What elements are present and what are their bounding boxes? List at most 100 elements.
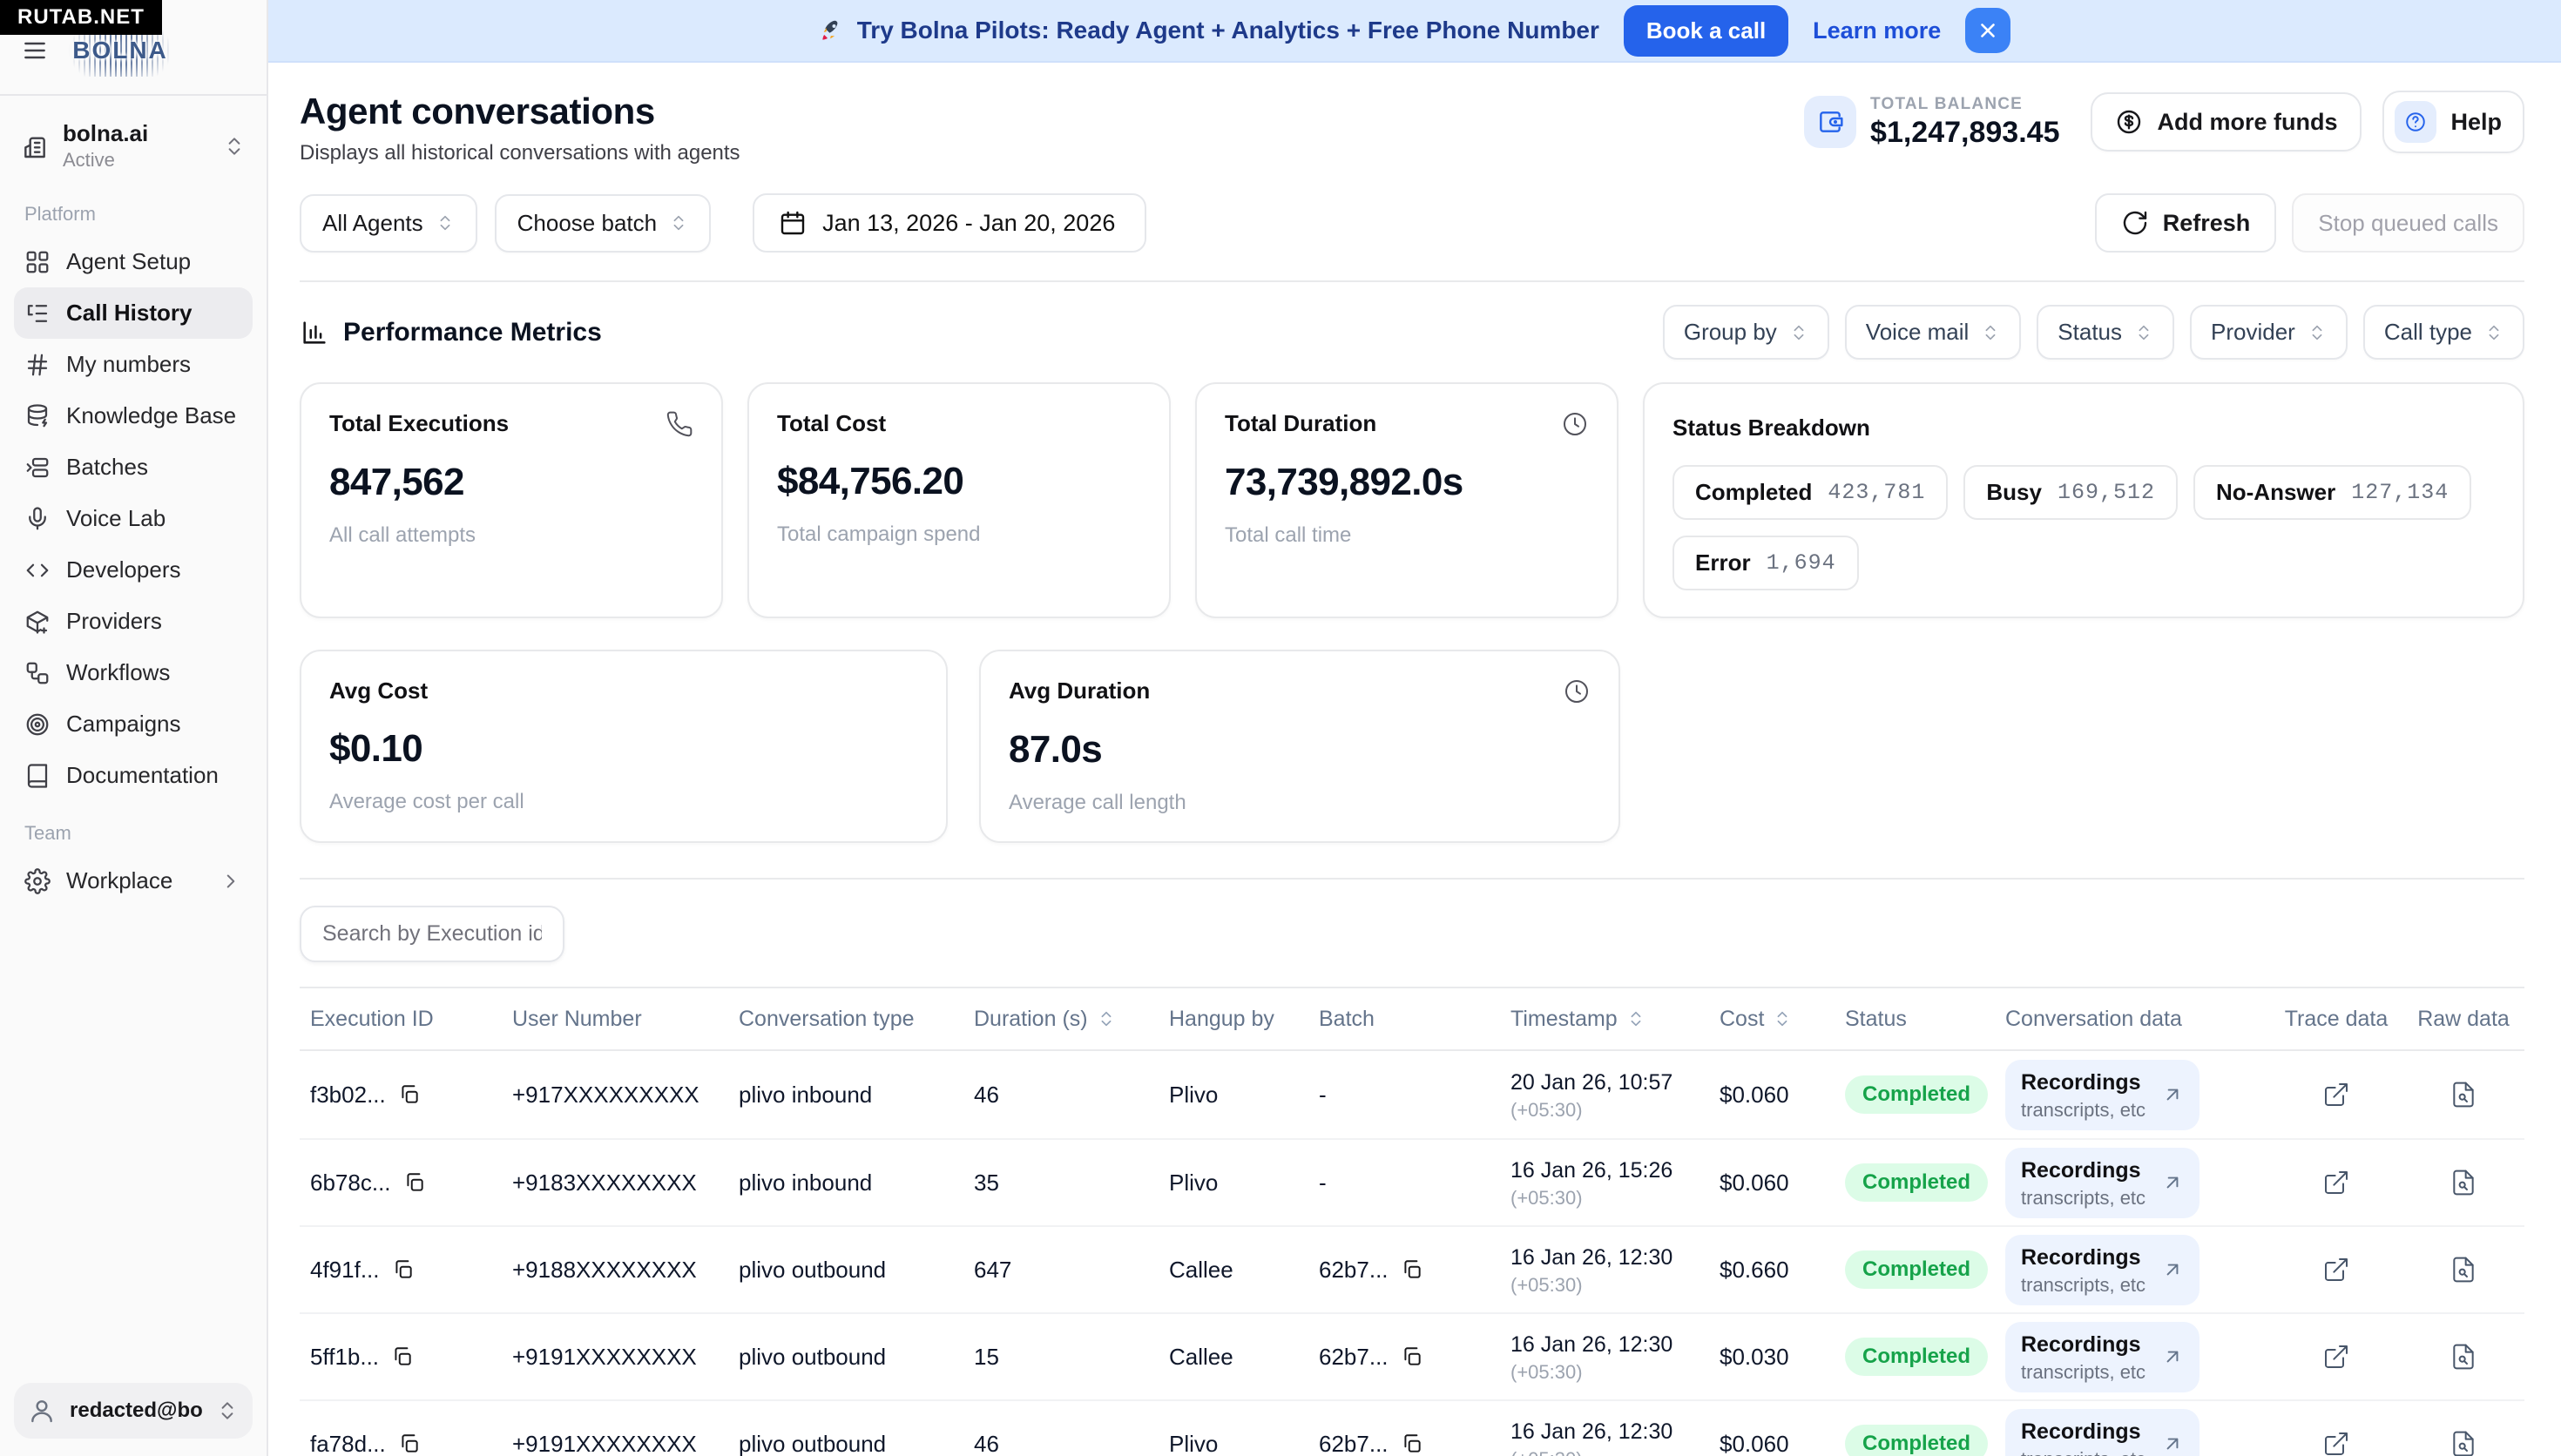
copy-icon [1401, 1432, 1423, 1455]
raw-data-button[interactable] [2450, 1169, 2477, 1196]
raw-data-button[interactable] [2450, 1256, 2477, 1284]
status-dropdown[interactable]: Status [2037, 305, 2174, 360]
refresh-button[interactable]: Refresh [2095, 193, 2277, 253]
code-icon [24, 557, 51, 583]
platform-section-label: Platform [14, 182, 253, 236]
copy-execution-id-button[interactable] [391, 1345, 414, 1368]
learn-more-link[interactable]: Learn more [1813, 17, 1941, 44]
mic-icon [24, 506, 51, 532]
copy-icon [1401, 1258, 1423, 1281]
recordings-link[interactable]: Recordingstranscripts, etc [2005, 1148, 2199, 1218]
sidebar-item-workflows[interactable]: Workflows [14, 647, 253, 698]
status-breakdown-title: Status Breakdown [1672, 415, 1870, 441]
trace-data-button[interactable] [2322, 1256, 2350, 1284]
help-icon [2395, 101, 2436, 143]
col-hangup-by: Hangup by [1169, 1007, 1319, 1032]
status-badge: Completed [1845, 1075, 1988, 1114]
chevrons-up-down-icon [2484, 323, 2504, 342]
org-switcher[interactable]: bolna.ai Active [14, 110, 253, 182]
recordings-link[interactable]: Recordingstranscripts, etc [2005, 1060, 2199, 1130]
trace-data-button[interactable] [2322, 1081, 2350, 1109]
card-sub: Average cost per call [329, 790, 918, 814]
package-plus-icon [24, 609, 51, 635]
copy-execution-id-button[interactable] [398, 1083, 421, 1106]
raw-data-button[interactable] [2450, 1081, 2477, 1109]
call-type-dropdown[interactable]: Call type [2363, 305, 2524, 360]
stop-queued-calls-button[interactable]: Stop queued calls [2292, 193, 2524, 253]
trace-data-button[interactable] [2322, 1169, 2350, 1196]
col-user-number: User Number [512, 1007, 739, 1032]
recordings-link[interactable]: Recordingstranscripts, etc [2005, 1235, 2199, 1305]
table-row: 6b78c... +9183XXXXXXXX plivo inbound 35 … [300, 1138, 2524, 1225]
user-account-switcher[interactable]: redacted@bol... [14, 1383, 253, 1439]
workflow-icon [24, 660, 51, 686]
refresh-label: Refresh [2163, 210, 2251, 237]
sidebar-item-voice-lab[interactable]: Voice Lab [14, 493, 253, 544]
col-trace-data: Trace data [2260, 1007, 2413, 1032]
gear-icon [24, 868, 51, 894]
trace-data-button[interactable] [2322, 1343, 2350, 1371]
external-link-icon [2322, 1430, 2350, 1456]
sidebar-item-providers[interactable]: Providers [14, 596, 253, 647]
user-number: +9183XXXXXXXX [512, 1170, 739, 1196]
conversation-type: plivo inbound [739, 1082, 974, 1109]
book-a-call-button[interactable]: Book a call [1624, 5, 1788, 57]
col-timestamp-sortable[interactable]: Timestamp [1510, 1007, 1720, 1032]
copy-icon [391, 1345, 414, 1368]
sidebar-item-batches[interactable]: Batches [14, 442, 253, 493]
add-more-funds-button[interactable]: Add more funds [2091, 92, 2362, 152]
search-input[interactable] [300, 906, 564, 962]
duration: 647 [974, 1257, 1169, 1284]
promo-text-wrap: Try Bolna Pilots: Ready Agent + Analytic… [819, 17, 1599, 44]
card-sub: Average call length [1009, 791, 1591, 815]
help-label: Help [2450, 109, 2502, 136]
status-pill-label: Error [1695, 549, 1751, 576]
sidebar-item-agent-setup[interactable]: Agent Setup [14, 236, 253, 287]
balance-label: TOTAL BALANCE [1870, 95, 2059, 114]
copy-batch-id-button[interactable] [1401, 1345, 1423, 1368]
sidebar-item-workplace[interactable]: Workplace [14, 855, 253, 907]
recordings-link[interactable]: Recordingstranscripts, etc [2005, 1322, 2199, 1392]
banner-close-button[interactable] [1965, 8, 2010, 53]
batch-id: 62b7... [1319, 1431, 1389, 1456]
chevrons-up-down-icon [1981, 323, 2000, 342]
table-row: f3b02... +917XXXXXXXXX plivo inbound 46 … [300, 1051, 2524, 1138]
col-cost-sortable[interactable]: Cost [1720, 1007, 1845, 1032]
sidebar-item-my-numbers[interactable]: My numbers [14, 339, 253, 390]
copy-batch-id-button[interactable] [1401, 1432, 1423, 1455]
sidebar-item-developers[interactable]: Developers [14, 544, 253, 596]
sidebar-item-knowledge-base[interactable]: Knowledge Base [14, 390, 253, 442]
external-link-icon [2322, 1169, 2350, 1196]
chevrons-up-down-icon [216, 1399, 239, 1422]
copy-execution-id-button[interactable] [392, 1258, 415, 1281]
copy-execution-id-button[interactable] [403, 1171, 426, 1194]
group-by-dropdown[interactable]: Group by [1663, 305, 1829, 360]
balance-amount: $1,247,893.45 [1870, 116, 2059, 150]
date-range-picker[interactable]: Jan 13, 2026 - Jan 20, 2026 [753, 193, 1146, 253]
copy-batch-id-button[interactable] [1401, 1258, 1423, 1281]
external-link-icon [2322, 1343, 2350, 1371]
recordings-link[interactable]: Recordingstranscripts, etc [2005, 1409, 2199, 1456]
raw-data-button[interactable] [2450, 1430, 2477, 1456]
col-conversation-type: Conversation type [739, 1007, 974, 1032]
batch-filter-dropdown[interactable]: Choose batch [495, 194, 711, 253]
voice-mail-dropdown[interactable]: Voice mail [1845, 305, 2022, 360]
chevron-right-icon [220, 870, 242, 893]
trace-data-button[interactable] [2322, 1430, 2350, 1456]
sidebar-item-documentation[interactable]: Documentation [14, 750, 253, 801]
book-icon [24, 763, 51, 789]
copy-execution-id-button[interactable] [398, 1432, 421, 1455]
chevrons-up-down-icon [1789, 323, 1808, 342]
provider-dropdown[interactable]: Provider [2190, 305, 2348, 360]
help-button[interactable]: Help [2382, 91, 2524, 153]
col-duration-sortable[interactable]: Duration (s) [974, 1007, 1169, 1032]
cost: $0.060 [1720, 1082, 1845, 1109]
sidebar-item-label: Call History [66, 300, 193, 327]
hamburger-menu-icon[interactable] [21, 37, 49, 64]
sidebar-item-call-history[interactable]: Call History [14, 287, 253, 339]
sidebar-item-campaigns[interactable]: Campaigns [14, 698, 253, 750]
status-pill-value: 423,781 [1828, 480, 1925, 505]
raw-data-button[interactable] [2450, 1343, 2477, 1371]
status-value: Status [2058, 319, 2122, 346]
agents-filter-dropdown[interactable]: All Agents [300, 194, 477, 253]
